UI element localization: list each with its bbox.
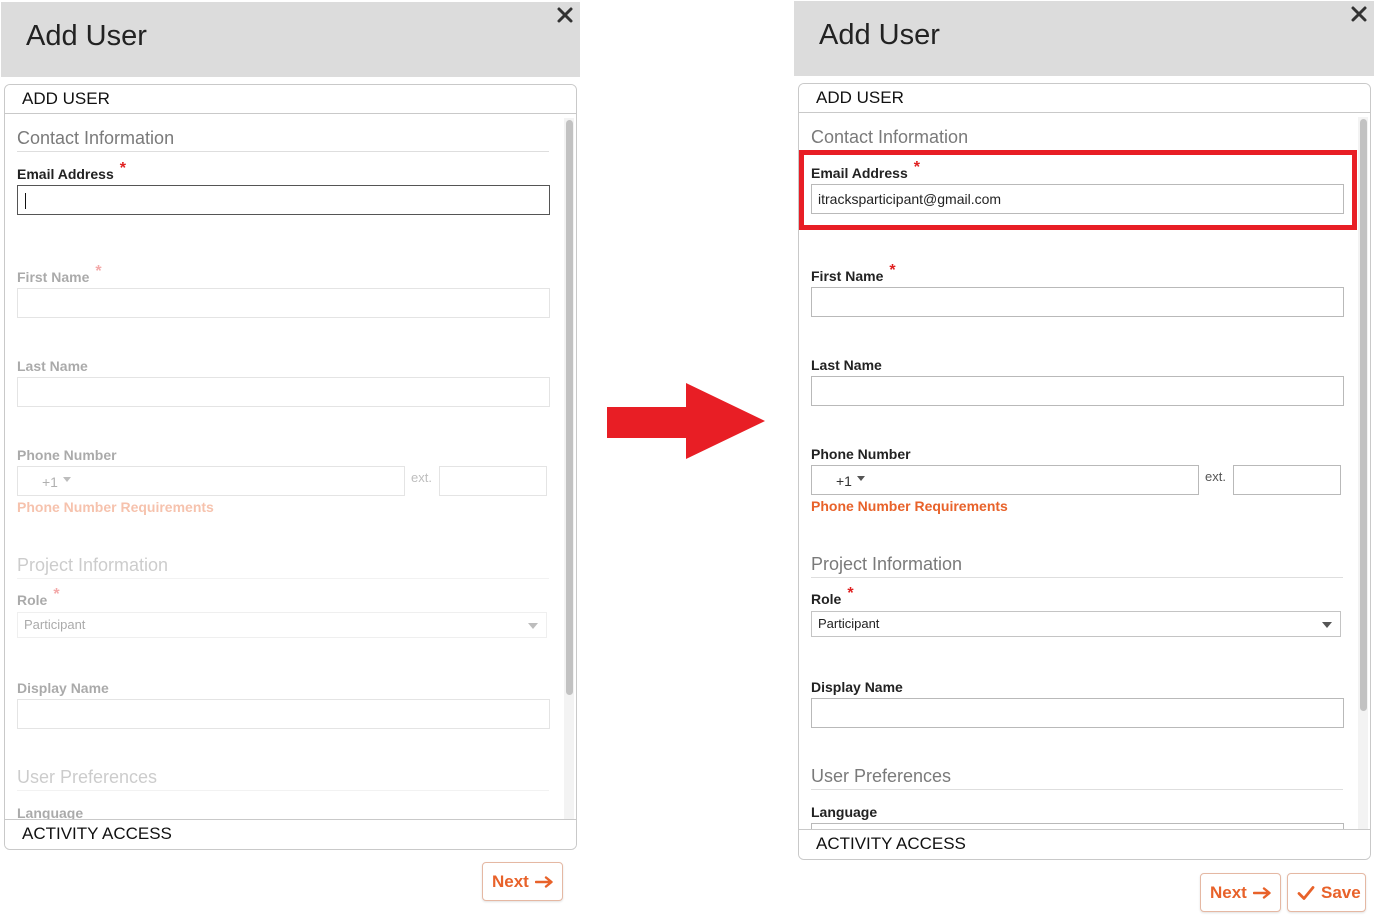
- text-caret: [25, 193, 26, 210]
- first-name-label-text: First Name: [811, 268, 884, 284]
- required-mark: *: [889, 262, 896, 279]
- phone-number-input[interactable]: +1: [17, 466, 405, 496]
- role-label: Role *: [811, 585, 854, 609]
- role-label: Role *: [17, 586, 60, 610]
- check-icon: [1297, 885, 1315, 901]
- chevron-down-icon: [856, 475, 865, 481]
- ext-label: ext.: [411, 470, 432, 485]
- scrollbar-thumb[interactable]: [1360, 119, 1367, 711]
- form-scroll-area[interactable]: Contact Information Email Address * itrac…: [799, 113, 1370, 829]
- next-button[interactable]: Next: [482, 862, 563, 901]
- required-mark: *: [847, 585, 854, 602]
- language-label: Language: [811, 804, 878, 820]
- display-name-input[interactable]: [17, 699, 550, 729]
- section-project-information: Project Information: [17, 555, 549, 579]
- modal-header: Add User: [794, 1, 1374, 76]
- chevron-down-icon: [528, 623, 538, 629]
- modal-title: Add User: [819, 19, 940, 51]
- email-label-text: Email Address: [17, 166, 114, 182]
- last-name-input[interactable]: [811, 376, 1344, 406]
- display-name-label: Display Name: [17, 680, 109, 696]
- first-name-input[interactable]: [17, 288, 550, 318]
- add-user-modal-before: Add User ADD USER Contact Information Em…: [0, 0, 582, 919]
- add-user-accordion: ADD USER Contact Information Email Addre…: [4, 84, 577, 850]
- next-button[interactable]: Next: [1200, 873, 1281, 912]
- country-code-select[interactable]: +1: [42, 474, 71, 490]
- last-name-label: Last Name: [811, 357, 882, 373]
- next-button-label: Next: [492, 872, 529, 891]
- add-user-accordion: ADD USER Contact Information Email Addre…: [798, 83, 1371, 860]
- last-name-input[interactable]: [17, 377, 550, 407]
- section-contact-information: Contact Information: [17, 128, 549, 152]
- save-button[interactable]: Save: [1287, 873, 1366, 912]
- scrollbar[interactable]: [564, 118, 574, 819]
- tab-add-user[interactable]: ADD USER: [799, 84, 1370, 113]
- chevron-down-icon: [62, 476, 71, 482]
- email-input[interactable]: itracksparticipant@gmail.com: [811, 184, 1344, 214]
- chevron-down-icon: [1322, 622, 1332, 628]
- section-project-information: Project Information: [811, 554, 1343, 578]
- arrow-right-icon: [534, 875, 554, 888]
- arrow-right-icon: [1252, 886, 1272, 899]
- country-code-select[interactable]: +1: [836, 473, 865, 489]
- form-scroll-area[interactable]: Contact Information Email Address * First…: [5, 114, 576, 819]
- email-label: Email Address *: [811, 159, 920, 183]
- tab-activity-access[interactable]: ACTIVITY ACCESS: [799, 829, 1370, 859]
- first-name-input[interactable]: [811, 287, 1344, 317]
- phone-ext-input[interactable]: [439, 466, 547, 496]
- display-name-input[interactable]: [811, 698, 1344, 728]
- first-name-label: First Name *: [17, 263, 102, 287]
- section-user-preferences: User Preferences: [17, 767, 549, 791]
- phone-number-label: Phone Number: [811, 446, 911, 462]
- ext-label: ext.: [1205, 469, 1226, 484]
- add-user-modal-after: Add User ADD USER Contact Information Em…: [793, 0, 1375, 919]
- first-name-label: First Name *: [811, 262, 896, 286]
- role-select[interactable]: Participant: [17, 612, 547, 638]
- role-select-value: Participant: [24, 617, 86, 632]
- first-name-label-text: First Name: [17, 269, 90, 285]
- scrollbar[interactable]: [1358, 117, 1368, 829]
- phone-number-input[interactable]: +1: [811, 465, 1199, 495]
- close-icon[interactable]: [556, 6, 574, 24]
- email-input[interactable]: [17, 185, 550, 215]
- section-contact-information: Contact Information: [811, 127, 1343, 151]
- phone-requirements-link[interactable]: Phone Number Requirements: [811, 498, 1008, 514]
- required-mark: *: [119, 160, 126, 177]
- phone-ext-input[interactable]: [1233, 465, 1341, 495]
- role-select[interactable]: Participant: [811, 611, 1341, 637]
- required-mark: *: [913, 159, 920, 176]
- transition-arrow-icon: [607, 383, 765, 459]
- tab-add-user[interactable]: ADD USER: [5, 85, 576, 114]
- save-button-label: Save: [1321, 883, 1361, 902]
- role-label-text: Role: [811, 591, 842, 607]
- phone-requirements-link[interactable]: Phone Number Requirements: [17, 499, 214, 515]
- display-name-label: Display Name: [811, 679, 903, 695]
- modal-header: Add User: [1, 2, 580, 77]
- section-user-preferences: User Preferences: [811, 766, 1343, 790]
- phone-number-label: Phone Number: [17, 447, 117, 463]
- last-name-label: Last Name: [17, 358, 88, 374]
- country-code-value: +1: [836, 473, 852, 489]
- role-label-text: Role: [17, 592, 48, 608]
- required-mark: *: [95, 263, 102, 280]
- required-mark: *: [53, 586, 60, 603]
- language-label: Language: [17, 805, 84, 819]
- email-label: Email Address *: [17, 160, 126, 184]
- close-icon[interactable]: [1350, 5, 1368, 23]
- next-button-label: Next: [1210, 883, 1247, 902]
- country-code-value: +1: [42, 474, 58, 490]
- scrollbar-thumb[interactable]: [566, 120, 573, 695]
- email-label-text: Email Address: [811, 165, 908, 181]
- tab-activity-access[interactable]: ACTIVITY ACCESS: [5, 819, 576, 849]
- modal-title: Add User: [26, 20, 147, 52]
- role-select-value: Participant: [818, 616, 880, 631]
